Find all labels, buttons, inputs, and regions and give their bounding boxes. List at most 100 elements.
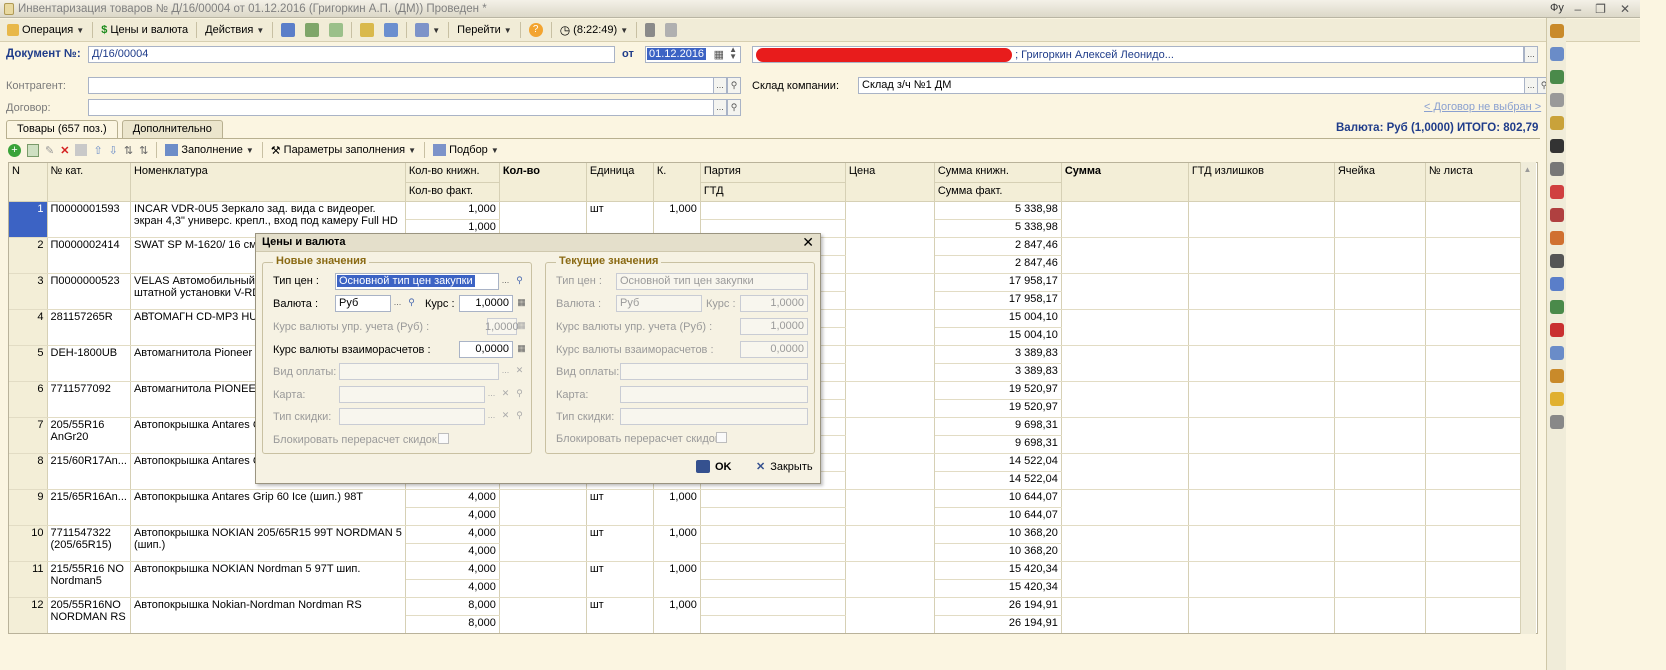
edit-icon[interactable]: ✎: [45, 144, 54, 157]
row-number[interactable]: 8: [9, 453, 48, 490]
row-number[interactable]: 5: [9, 345, 48, 382]
row-number[interactable]: 4: [9, 309, 48, 346]
cell-gtd-surplus[interactable]: [1188, 345, 1335, 382]
sidebar-icon-17[interactable]: [1549, 392, 1564, 406]
cell-sum-fact[interactable]: 14 522,04: [934, 471, 1062, 490]
cell-party[interactable]: [700, 201, 846, 220]
responsible-field[interactable]: ; Григоркин Алексей Леонидо...: [752, 46, 1524, 63]
sidebar-icon-9[interactable]: [1549, 208, 1564, 222]
sidebar-icon-7[interactable]: [1549, 162, 1564, 176]
restore-icon[interactable]: ❐: [1595, 2, 1606, 16]
cell-sum[interactable]: [1061, 597, 1189, 633]
col-k[interactable]: К.: [653, 163, 701, 202]
counterparty-search-icon[interactable]: ⚲: [727, 77, 741, 94]
cell-qty-fact[interactable]: 8,000: [405, 615, 500, 633]
col-price[interactable]: Цена: [845, 163, 935, 202]
structure-icon[interactable]: [380, 21, 402, 39]
tree-icon[interactable]: [641, 21, 659, 39]
col-party[interactable]: Партия: [700, 163, 846, 183]
table-row[interactable]: 9 215/65R16An... Автопокрышка Antares Grip…: [9, 489, 1532, 526]
cell-sum-book[interactable]: 17 958,17: [934, 273, 1062, 292]
cell-qty[interactable]: [499, 201, 587, 238]
cell-cat[interactable]: П0000002414: [47, 237, 131, 274]
cell-k[interactable]: 1,000: [653, 525, 701, 562]
cell-qty[interactable]: [499, 597, 587, 633]
cell-sum[interactable]: [1061, 417, 1189, 454]
cell-qty-book[interactable]: 1,000: [405, 201, 500, 220]
cell-sheet[interactable]: [1425, 417, 1532, 454]
cell-sum-book[interactable]: 15 420,34: [934, 561, 1062, 580]
move-up-icon[interactable]: ⇧: [93, 144, 102, 157]
cell-sum[interactable]: [1061, 309, 1189, 346]
cell-qty-fact[interactable]: 4,000: [405, 579, 500, 598]
col-qty[interactable]: Кол-во: [499, 163, 587, 202]
cell-sum-book[interactable]: 5 338,98: [934, 201, 1062, 220]
col-nomenclature[interactable]: Номенклатура: [130, 163, 406, 202]
cell-price[interactable]: [845, 237, 935, 274]
cell-nomenclature[interactable]: Автопокрышка NOKIAN 205/65R15 99T NORDMA…: [130, 525, 406, 562]
sidebar-icon-3[interactable]: [1549, 70, 1564, 84]
cell-k[interactable]: 1,000: [653, 201, 701, 238]
cell-cat[interactable]: 215/65R16An...: [47, 489, 131, 526]
sidebar-icon-18[interactable]: [1549, 415, 1564, 429]
cell-qty-book[interactable]: 8,000: [405, 597, 500, 616]
fill-params-menu[interactable]: ⚒ Параметры заполнения ▼: [271, 144, 416, 157]
cell-cell[interactable]: [1334, 417, 1426, 454]
sidebar-icon-8[interactable]: [1549, 185, 1564, 199]
tab-goods[interactable]: Товары (657 поз.): [6, 120, 118, 138]
cell-sum-book[interactable]: 14 522,04: [934, 453, 1062, 472]
price-type-select-button[interactable]: ...: [499, 273, 512, 290]
cell-k[interactable]: 1,000: [653, 597, 701, 633]
rate-field[interactable]: 1,0000: [459, 295, 513, 312]
price-type-search-icon[interactable]: ⚲: [513, 273, 526, 290]
cell-cat[interactable]: 281157265R: [47, 309, 131, 346]
cell-sum-book[interactable]: 9 698,31: [934, 417, 1062, 436]
currency-field[interactable]: Руб: [335, 295, 391, 312]
contract-select-button[interactable]: ...: [713, 99, 727, 116]
settle-rate-calculator-icon[interactable]: ▦: [515, 341, 528, 358]
rate-calculator-icon[interactable]: ▦: [515, 295, 528, 312]
copy-row-icon[interactable]: [27, 143, 39, 157]
post-icon[interactable]: [356, 21, 378, 39]
doc-number-field[interactable]: Д/16/00004: [88, 46, 615, 63]
cell-sum-book[interactable]: 3 389,83: [934, 345, 1062, 364]
col-sum-book[interactable]: Сумма книжн.: [934, 163, 1062, 183]
cell-nomenclature[interactable]: INCAR VDR-0U5 Зеркало зад. вида с видеор…: [130, 201, 406, 238]
counterparty-field[interactable]: [88, 77, 714, 94]
contract-field[interactable]: [88, 99, 714, 116]
row-number[interactable]: 6: [9, 381, 48, 418]
row-number[interactable]: 3: [9, 273, 48, 310]
cell-sheet[interactable]: [1425, 489, 1532, 526]
report-menu-icon[interactable]: ▼: [411, 21, 444, 39]
cell-qty-book[interactable]: 4,000: [405, 525, 500, 544]
date-spinner[interactable]: ▲ ▼: [729, 47, 737, 61]
sidebar-icon-12[interactable]: [1549, 277, 1564, 291]
sort-desc-icon[interactable]: ⇅: [139, 144, 148, 157]
col-gtd-surplus[interactable]: ГТД излишков: [1188, 163, 1335, 202]
scroll-up-icon[interactable]: ▲: [1524, 165, 1534, 174]
cell-sheet[interactable]: [1425, 597, 1532, 633]
calendar-icon[interactable]: ▦: [714, 48, 724, 61]
cell-cat[interactable]: П0000000523: [47, 273, 131, 310]
cell-sheet[interactable]: [1425, 381, 1532, 418]
cell-sum-fact[interactable]: 2 847,46: [934, 255, 1062, 274]
cell-cell[interactable]: [1334, 489, 1426, 526]
selection-menu[interactable]: Подбор ▼: [433, 144, 499, 156]
row-number[interactable]: 7: [9, 417, 48, 454]
row-number[interactable]: 12: [9, 597, 48, 633]
actions-menu[interactable]: Действия ▼: [201, 22, 268, 38]
cell-unit[interactable]: шт: [586, 201, 654, 238]
col-unit[interactable]: Единица: [586, 163, 654, 202]
cell-sheet[interactable]: [1425, 561, 1532, 598]
cell-sum-fact[interactable]: 17 958,17: [934, 291, 1062, 310]
col-qty-book[interactable]: Кол-во книжн.: [405, 163, 500, 183]
cell-gtd-surplus[interactable]: [1188, 489, 1335, 526]
cell-cell[interactable]: [1334, 201, 1426, 238]
cell-party[interactable]: [700, 597, 846, 616]
cell-cell[interactable]: [1334, 597, 1426, 633]
cell-qty[interactable]: [499, 489, 587, 526]
cell-gtd-surplus[interactable]: [1188, 453, 1335, 490]
cell-sum-fact[interactable]: 15 420,34: [934, 579, 1062, 598]
cell-qty-fact[interactable]: 4,000: [405, 507, 500, 526]
contract-link[interactable]: < Договор не выбран >: [1424, 101, 1541, 113]
